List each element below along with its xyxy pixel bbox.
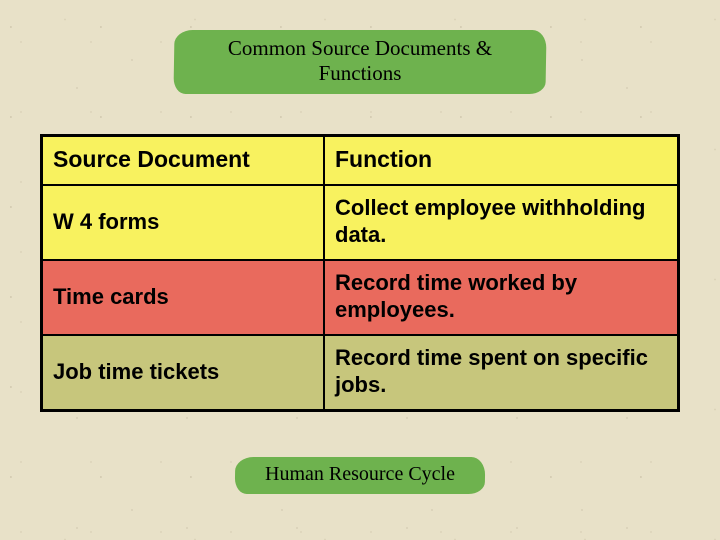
cell-function: Collect employee withholding data. bbox=[324, 185, 679, 260]
slide-footer-banner: Human Resource Cycle bbox=[241, 455, 479, 496]
table-row: Job time tickets Record time spent on sp… bbox=[42, 335, 679, 411]
slide-title-banner: Common Source Documents & Functions bbox=[180, 28, 540, 96]
highlight-marker: Human Resource Cycle bbox=[241, 455, 479, 496]
cell-document: W 4 forms bbox=[42, 185, 325, 260]
cell-function: Record time worked by employees. bbox=[324, 260, 679, 335]
highlight-marker: Common Source Documents & Functions bbox=[180, 28, 540, 96]
slide-title: Common Source Documents & Functions bbox=[228, 36, 492, 85]
table-row: W 4 forms Collect employee withholding d… bbox=[42, 185, 679, 260]
source-documents-table: Source Document Function W 4 forms Colle… bbox=[40, 134, 680, 412]
cell-document: Job time tickets bbox=[42, 335, 325, 411]
cell-document: Time cards bbox=[42, 260, 325, 335]
table-row: Time cards Record time worked by employe… bbox=[42, 260, 679, 335]
table-header-row: Source Document Function bbox=[42, 136, 679, 185]
slide-footer: Human Resource Cycle bbox=[265, 463, 455, 485]
cell-function: Record time spent on specific jobs. bbox=[324, 335, 679, 411]
col-header-source-document: Source Document bbox=[42, 136, 325, 185]
col-header-function: Function bbox=[324, 136, 679, 185]
